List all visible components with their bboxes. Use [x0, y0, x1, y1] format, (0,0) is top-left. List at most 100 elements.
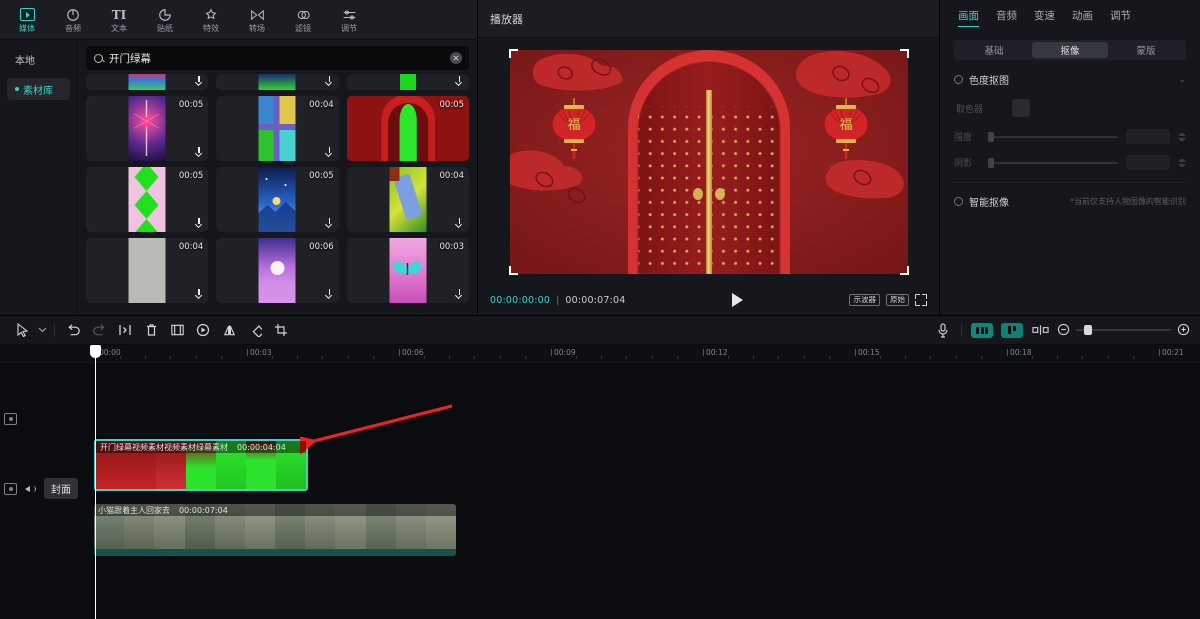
fullscreen-icon[interactable]: [915, 294, 927, 306]
timeline-clip-1[interactable]: 开门绿幕视频素材视频素材绿幕素材 00:00:04:04: [94, 439, 308, 491]
zoom-in-icon[interactable]: [1177, 321, 1190, 340]
player-controls: 00:00:00:00 | 00:00:07:04 示波器 原始: [478, 285, 939, 315]
category-tab-transition[interactable]: 转场: [234, 1, 280, 39]
intensity-stepper[interactable]: [1178, 130, 1186, 144]
resize-handle-bottom-right[interactable]: [900, 266, 909, 275]
download-icon[interactable]: [325, 147, 334, 157]
media-item[interactable]: 00:04: [216, 96, 338, 161]
nav-item-local[interactable]: 本地: [7, 48, 70, 70]
mixer-icon[interactable]: [1001, 323, 1023, 338]
segment-keying[interactable]: 抠像: [1032, 42, 1108, 58]
speaker-icon[interactable]: [24, 483, 37, 495]
intensity-value-box[interactable]: [1126, 129, 1170, 144]
media-item[interactable]: 00:03: [347, 238, 469, 303]
undo-icon[interactable]: [60, 317, 86, 343]
download-icon[interactable]: [194, 289, 203, 299]
scope-button[interactable]: 示波器: [849, 294, 880, 307]
timeline-clip-2[interactable]: 小猫跟着主人回家去 00:00:07:04: [94, 504, 456, 556]
download-icon[interactable]: [455, 76, 464, 86]
download-icon[interactable]: [325, 76, 334, 86]
download-icon[interactable]: [325, 218, 334, 228]
resize-handle-top-right[interactable]: [900, 49, 909, 58]
playhead[interactable]: [95, 345, 96, 619]
category-tab-media[interactable]: 媒体: [4, 1, 50, 39]
media-content: 开门绿幕 ✕: [78, 40, 477, 315]
crop-clip-icon[interactable]: [164, 317, 190, 343]
link-clip-icon[interactable]: [1027, 317, 1053, 343]
search-bar[interactable]: 开门绿幕 ✕: [86, 46, 469, 70]
eye-icon[interactable]: [4, 483, 17, 495]
category-tab-sticker[interactable]: 贴纸: [142, 1, 188, 39]
category-tab-adjust[interactable]: 调节: [326, 1, 372, 39]
total-timecode: 00:00:07:04: [565, 295, 625, 306]
category-tab-effects[interactable]: 特效: [188, 1, 234, 39]
rotate-icon[interactable]: [242, 317, 268, 343]
media-item[interactable]: 00:04: [347, 167, 469, 232]
download-icon[interactable]: [455, 289, 464, 299]
cover-button[interactable]: 封面: [44, 478, 78, 499]
shadow-value-box[interactable]: [1126, 155, 1170, 170]
media-item[interactable]: 00:06: [216, 238, 338, 303]
timeline-tracks[interactable]: 开门绿幕视频素材视频素材绿幕素材 00:00:04:04 封面: [0, 363, 1200, 619]
chroma-key-checkbox[interactable]: [954, 75, 963, 84]
tab-audio[interactable]: 音频: [996, 8, 1017, 26]
category-label: 转场: [249, 25, 265, 33]
preview-frame[interactable]: 福 福: [510, 50, 908, 274]
crop-icon[interactable]: [268, 317, 294, 343]
delete-icon[interactable]: [138, 317, 164, 343]
chroma-key-header: 色度抠图 ⌄: [954, 72, 1186, 87]
media-results-grid[interactable]: 00:05 00:04: [78, 74, 477, 315]
tab-picture[interactable]: 画面: [958, 8, 979, 27]
media-item[interactable]: [347, 74, 469, 90]
original-button[interactable]: 原始: [886, 294, 909, 307]
category-tab-filter[interactable]: 滤镜: [280, 1, 326, 39]
tab-animation[interactable]: 动画: [1072, 8, 1093, 26]
tab-speed[interactable]: 变速: [1034, 8, 1055, 26]
media-item[interactable]: 00:05: [86, 96, 208, 161]
split-icon[interactable]: [112, 317, 138, 343]
zoom-slider[interactable]: [1076, 329, 1171, 331]
mirror-icon[interactable]: [216, 317, 242, 343]
select-tool-icon[interactable]: [10, 317, 36, 343]
download-icon[interactable]: [194, 147, 203, 157]
download-icon[interactable]: [194, 218, 203, 228]
eye-icon[interactable]: [4, 413, 17, 425]
tool-dropdown-icon[interactable]: [36, 317, 49, 343]
tab-adjust[interactable]: 调节: [1110, 8, 1131, 26]
media-item[interactable]: 00:05: [86, 167, 208, 232]
smart-cutout-checkbox[interactable]: [954, 197, 963, 206]
resize-handle-top-left[interactable]: [509, 49, 518, 58]
segment-mask[interactable]: 蒙版: [1108, 42, 1184, 58]
auto-caption-icon[interactable]: [971, 323, 993, 338]
playhead-handle[interactable]: [90, 345, 101, 358]
shadow-slider[interactable]: [988, 162, 1118, 164]
download-icon[interactable]: [325, 289, 334, 299]
media-item[interactable]: 00:05: [216, 167, 338, 232]
segment-basic[interactable]: 基础: [956, 42, 1032, 58]
resize-handle-bottom-left[interactable]: [509, 266, 518, 275]
category-tab-text[interactable]: TI 文本: [96, 1, 142, 39]
category-tab-audio[interactable]: 音频: [50, 1, 96, 39]
media-item[interactable]: [86, 74, 208, 90]
category-label: 音频: [65, 25, 81, 33]
redo-icon[interactable]: [86, 317, 112, 343]
chevron-down-icon[interactable]: ⌄: [1178, 75, 1186, 85]
nav-item-material-library[interactable]: 素材库: [7, 78, 70, 100]
play-button[interactable]: [732, 293, 743, 307]
clear-search-icon[interactable]: ✕: [450, 52, 462, 64]
intensity-slider[interactable]: [988, 136, 1118, 138]
record-voiceover-icon[interactable]: [930, 317, 956, 343]
download-icon[interactable]: [194, 76, 203, 86]
media-item[interactable]: [216, 74, 338, 90]
media-item[interactable]: 00:05: [347, 96, 469, 161]
media-item[interactable]: 00:04: [86, 238, 208, 303]
freeze-frame-icon[interactable]: [190, 317, 216, 343]
download-icon[interactable]: [455, 218, 464, 228]
timeline-ruler[interactable]: 00:00 00:03 00:06 00:09 00:12 00:15 00:1…: [0, 345, 1200, 363]
divider: [954, 182, 1186, 183]
shadow-stepper[interactable]: [1178, 156, 1186, 170]
ruler-tick: 00:12: [706, 348, 728, 357]
search-input[interactable]: 开门绿幕: [109, 51, 151, 66]
color-picker-swatch[interactable]: [1012, 99, 1030, 117]
zoom-out-icon[interactable]: [1057, 321, 1070, 340]
